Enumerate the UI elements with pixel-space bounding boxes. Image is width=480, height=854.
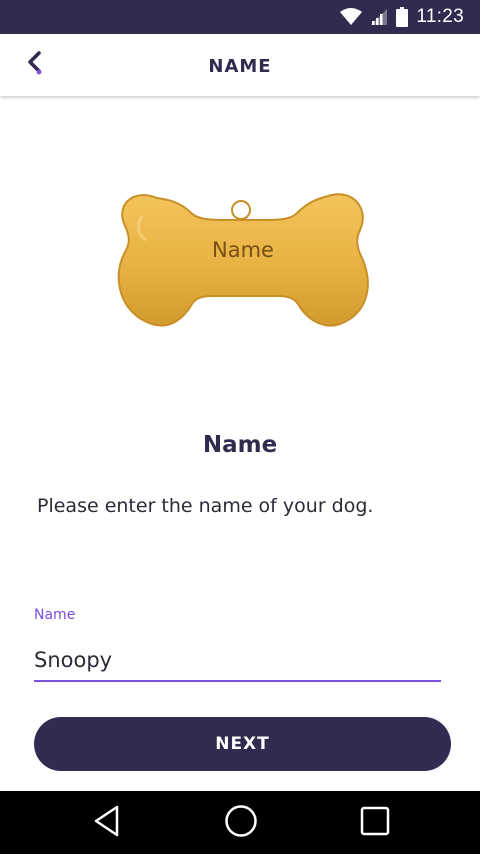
screen: 11:23 NAME Name Name Please enter the na… (0, 0, 480, 854)
status-time: 11:23 (416, 6, 464, 27)
tag-engraving: Name (212, 238, 274, 262)
name-input[interactable] (34, 640, 441, 682)
nav-back-button[interactable] (87, 803, 127, 843)
signal-icon (370, 8, 388, 26)
chevron-left-icon (25, 50, 47, 80)
navigation-bar (0, 791, 480, 854)
page-title: NAME (208, 56, 272, 77)
home-circle-icon (224, 804, 258, 842)
back-button[interactable] (16, 45, 56, 85)
status-bar: 11:23 (0, 0, 480, 34)
next-button[interactable]: NEXT (34, 717, 451, 771)
battery-icon (396, 7, 409, 27)
status-icons: 11:23 (340, 0, 464, 34)
nav-home-button[interactable] (221, 803, 261, 843)
description-text: Please enter the name of your dog. (37, 495, 374, 517)
nav-recents-button[interactable] (355, 803, 395, 843)
back-triangle-icon (91, 804, 123, 842)
dog-tag-image: Name (112, 186, 374, 336)
app-bar: NAME (0, 34, 480, 96)
wifi-icon (340, 8, 363, 26)
recents-square-icon (359, 805, 391, 841)
name-field-label: Name (34, 607, 76, 623)
section-heading: Name (202, 432, 278, 458)
